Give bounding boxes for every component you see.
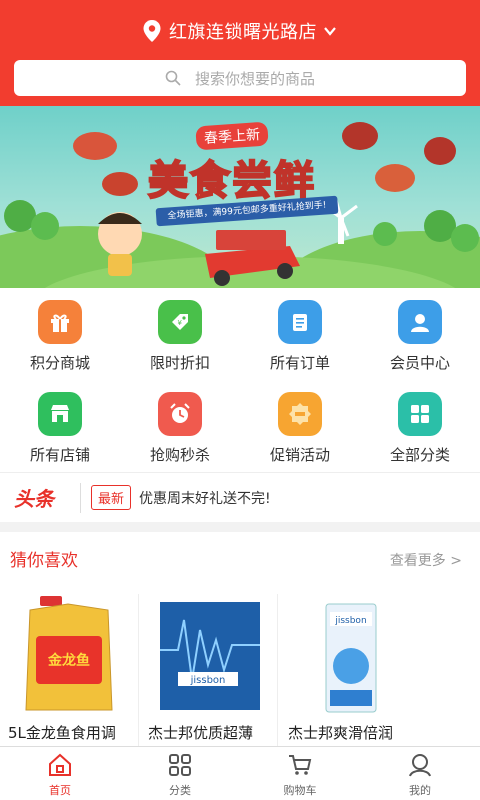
banner-subtitle: 春季上新 bbox=[195, 121, 269, 151]
tab-label: 我的 bbox=[409, 784, 431, 797]
product-name: 5L金龙鱼食用调 bbox=[8, 724, 116, 742]
promo-banner[interactable]: 春季上新 美食尝鲜 全场钜惠，满99元包邮多重好礼抢到手! bbox=[0, 106, 480, 288]
profile-icon bbox=[409, 754, 431, 777]
news-text: 优惠周末好礼送不完! bbox=[139, 490, 271, 507]
product-list: 金龙鱼 5L金龙鱼食用调 jissbon 杰士邦优质超薄 jissbon 杰士邦… bbox=[0, 590, 480, 750]
bottom-tab-bar: 首页 分类 购物车 我的 bbox=[0, 746, 480, 800]
product-name: 杰士邦爽滑倍润 bbox=[288, 724, 394, 742]
search-icon bbox=[165, 70, 181, 86]
grid-label: 全部分类 bbox=[389, 446, 450, 464]
grid-label: 会员中心 bbox=[389, 354, 450, 372]
divider bbox=[277, 594, 278, 750]
tab-label: 购物车 bbox=[283, 784, 317, 797]
search-placeholder: 搜索你想要的商品 bbox=[194, 69, 315, 88]
grid-item-flash-discount[interactable]: ¥ 限时折扣 bbox=[120, 288, 240, 380]
grid-item-all-stores[interactable]: 所有店铺 bbox=[0, 380, 120, 472]
tab-label: 分类 bbox=[169, 784, 191, 797]
store-selector[interactable]: 红旗连锁曙光路店 bbox=[0, 14, 480, 48]
divider bbox=[80, 482, 81, 513]
quick-entry-grid: 积分商城 ¥ 限时折扣 所有订单 会员中心 所有店铺 抢购秒杀 促销活动 全部分… bbox=[0, 288, 480, 470]
grid-label: 促销活动 bbox=[269, 446, 330, 464]
orders-list-icon bbox=[278, 300, 322, 344]
category-grid-icon bbox=[398, 392, 442, 436]
cart-icon bbox=[289, 755, 312, 775]
news-ticker[interactable]: 头条 最新 优惠周末好礼送不完! bbox=[0, 472, 480, 522]
location-pin-icon bbox=[143, 20, 161, 42]
grid-item-flash-sale[interactable]: 抢购秒杀 bbox=[120, 380, 240, 472]
product-image: jissbon bbox=[160, 602, 260, 710]
product-image: jissbon bbox=[325, 603, 377, 713]
tab-home[interactable]: 首页 bbox=[0, 747, 120, 800]
tab-cart[interactable]: 购物车 bbox=[240, 747, 360, 800]
view-more-link[interactable]: 查看更多 > bbox=[390, 550, 462, 570]
grid-label: 积分商城 bbox=[29, 354, 90, 372]
grid-label: 所有订单 bbox=[269, 354, 330, 372]
promo-badge-icon bbox=[278, 392, 322, 436]
store-icon bbox=[38, 392, 82, 436]
search-input[interactable]: 搜索你想要的商品 bbox=[14, 60, 466, 96]
recommend-title: 猜你喜欢 bbox=[10, 551, 78, 571]
banner-title: 美食尝鲜 bbox=[147, 157, 316, 205]
headline-logo: 头条 bbox=[14, 487, 54, 511]
product-card[interactable]: jissbon 杰士邦爽滑倍润 bbox=[280, 590, 418, 750]
divider bbox=[138, 594, 139, 750]
svg-text:jissbon: jissbon bbox=[334, 616, 366, 626]
discount-tag-icon: ¥ bbox=[158, 300, 202, 344]
grid-item-promotions[interactable]: 促销活动 bbox=[240, 380, 360, 472]
svg-text:金龙鱼: 金龙鱼 bbox=[47, 652, 90, 669]
chevron-down-icon bbox=[324, 27, 336, 36]
grid-item-all-orders[interactable]: 所有订单 bbox=[240, 288, 360, 380]
recommend-header: 猜你喜欢 查看更多 > bbox=[0, 538, 480, 578]
product-name: 杰士邦优质超薄 bbox=[148, 724, 254, 742]
member-icon bbox=[398, 300, 442, 344]
alarm-clock-icon bbox=[158, 392, 202, 436]
grid-item-all-categories[interactable]: 全部分类 bbox=[360, 380, 480, 472]
product-card[interactable]: jissbon 杰士邦优质超薄 bbox=[140, 590, 278, 750]
product-card[interactable]: 金龙鱼 5L金龙鱼食用调 bbox=[0, 590, 138, 750]
category-icon bbox=[169, 754, 191, 776]
grid-label: 所有店铺 bbox=[29, 446, 90, 464]
grid-item-points-mall[interactable]: 积分商城 bbox=[0, 288, 120, 380]
grid-label: 限时折扣 bbox=[149, 354, 210, 372]
section-gap bbox=[0, 522, 480, 532]
store-name: 红旗连锁曙光路店 bbox=[169, 22, 317, 43]
tab-profile[interactable]: 我的 bbox=[360, 747, 480, 800]
grid-label: 抢购秒杀 bbox=[149, 446, 210, 464]
tab-category[interactable]: 分类 bbox=[120, 747, 240, 800]
app-header: 红旗连锁曙光路店 搜索你想要的商品 bbox=[0, 0, 480, 106]
home-icon bbox=[49, 753, 71, 776]
svg-text:jissbon: jissbon bbox=[190, 675, 226, 686]
tab-label: 首页 bbox=[49, 784, 71, 797]
product-image: 金龙鱼 bbox=[25, 596, 113, 711]
svg-text:¥: ¥ bbox=[178, 319, 183, 327]
news-tag: 最新 bbox=[91, 485, 132, 510]
gift-icon bbox=[38, 300, 82, 344]
grid-item-member-center[interactable]: 会员中心 bbox=[360, 288, 480, 380]
